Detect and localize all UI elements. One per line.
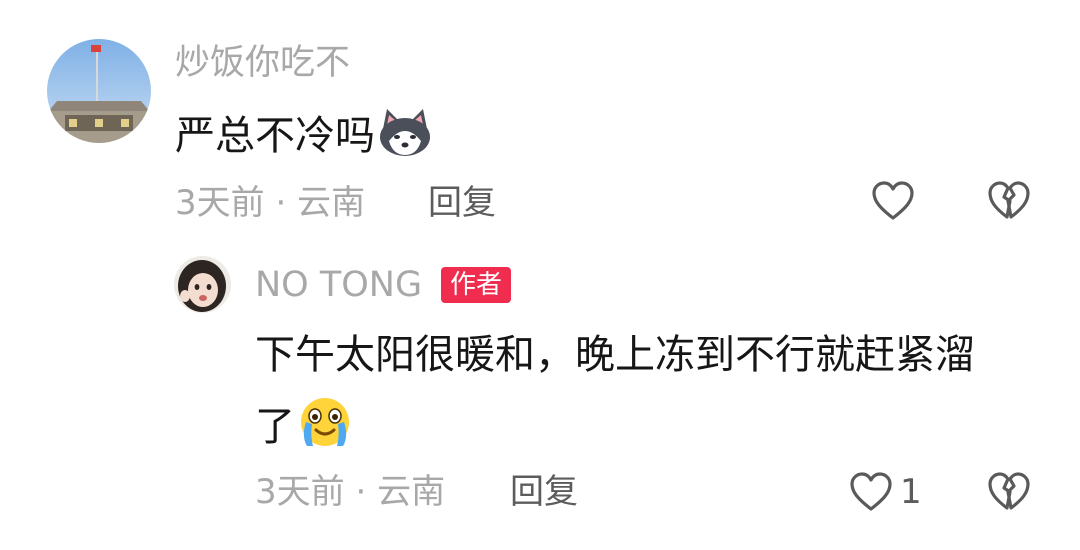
comment-meta: 3天前 · 云南 (175, 186, 365, 220)
reply-like-button[interactable] (848, 471, 894, 513)
reply-dislike-button[interactable] (986, 471, 1032, 513)
reply-meta: 3天前 · 云南 (255, 475, 445, 509)
reply-text-line1: 下午太阳很暖和，晚上冻到不行就赶紧溜 (255, 332, 975, 378)
reply-timestamp: 3天前 (255, 472, 345, 512)
reply-avatar[interactable] (174, 256, 231, 313)
crying-smile-emoji-icon (297, 396, 353, 460)
reply-text-line2: 了 (255, 396, 353, 460)
heart-icon (872, 181, 914, 220)
reply-location: 云南 (377, 472, 446, 512)
reply-meta-separator: · (355, 472, 367, 512)
comment-body: 严总不冷吗 (175, 113, 375, 159)
like-button[interactable] (870, 180, 916, 222)
dislike-button[interactable] (986, 180, 1032, 222)
avatar[interactable] (47, 39, 151, 143)
broken-heart-icon (988, 181, 1030, 219)
author-badge: 作者 (441, 267, 512, 303)
reply-button[interactable]: 回复 (428, 186, 496, 220)
reply-text-end: 了 (255, 404, 295, 450)
heart-icon (850, 472, 892, 511)
like-count: 1 (900, 472, 922, 512)
location: 云南 (297, 183, 366, 223)
meta-separator: · (275, 183, 287, 223)
reply-reply-button[interactable]: 回复 (510, 475, 578, 509)
reply-username[interactable]: NO TONG (255, 268, 422, 303)
broken-heart-icon (988, 472, 1030, 510)
comment-text: 严总不冷吗 (175, 107, 433, 169)
husky-emoji-icon (377, 107, 433, 169)
username[interactable]: 炒饭你吃不 (175, 46, 350, 81)
timestamp: 3天前 (175, 183, 265, 223)
